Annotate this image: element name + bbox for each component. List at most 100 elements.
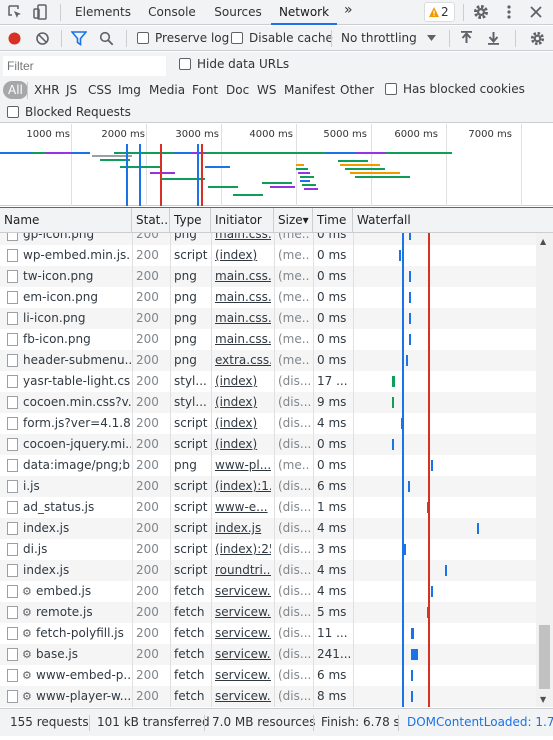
table-row[interactable]: index.js 200 script roundtri... (dis... 4 ms	[0, 560, 536, 581]
request-name-cell[interactable]: cocoen.min.css?v...	[0, 392, 131, 413]
throttling-select[interactable]: No throttling	[341, 31, 417, 45]
warnings-badge[interactable]: 2	[424, 2, 455, 22]
filter-funnel-icon[interactable]	[71, 31, 87, 46]
settings-gear-icon[interactable]	[472, 3, 490, 21]
column-header-status[interactable]: Stat...	[132, 208, 170, 232]
tab-sources[interactable]: Sources	[208, 0, 268, 25]
request-initiator[interactable]: (index)	[215, 392, 271, 413]
export-har-icon[interactable]	[486, 30, 501, 46]
tab-elements[interactable]: Elements	[71, 0, 135, 25]
table-row[interactable]: ⚙ embed.js 200 fetch servicew... (dis... 4 ms	[0, 581, 536, 602]
table-row[interactable]: yasr-table-light.cs... 200 styl... (index) (…	[0, 371, 536, 392]
request-name-cell[interactable]: ⚙ fetch-polyfill.js	[0, 623, 131, 644]
dropdown-arrow-icon[interactable]	[427, 35, 436, 42]
request-initiator[interactable]: main.css...	[215, 287, 271, 308]
column-header-name[interactable]: Name	[0, 208, 132, 232]
scroll-up-arrow-icon[interactable]: ▲	[540, 237, 546, 246]
table-row[interactable]: cocoen.min.css?v... 200 styl... (index) (dis…	[0, 392, 536, 413]
request-name-cell[interactable]: cocoen-jquery.mi...	[0, 434, 131, 455]
request-initiator[interactable]: (index)	[215, 434, 271, 455]
request-initiator[interactable]: servicew...	[215, 581, 271, 602]
kebab-menu-icon[interactable]	[500, 3, 518, 21]
hide-data-urls-checkbox[interactable]	[179, 58, 191, 70]
vertical-scrollbar[interactable]: ▲ ▼	[536, 233, 553, 707]
table-row[interactable]: ⚙ www-player-w... 200 fetch servicew... (dis.…	[0, 686, 536, 707]
request-name-cell[interactable]: index.js	[0, 518, 131, 539]
table-row[interactable]: cocoen-jquery.mi... 200 script (index) (dis.…	[0, 434, 536, 455]
tab-network[interactable]: Network	[271, 0, 337, 25]
has-blocked-cookies-checkbox[interactable]	[385, 83, 397, 95]
request-initiator[interactable]: index.js	[215, 518, 271, 539]
network-settings-gear-icon[interactable]	[529, 30, 546, 47]
request-initiator[interactable]: roundtri...	[215, 560, 271, 581]
disable-cache-checkbox[interactable]	[231, 32, 243, 44]
filter-type-other[interactable]: Other	[337, 81, 377, 99]
table-row[interactable]: tw-icon.png 200 png main.css... (me... 0 ms	[0, 266, 536, 287]
filter-type-doc[interactable]: Doc	[223, 81, 252, 99]
request-initiator[interactable]: main.css...	[215, 308, 271, 329]
request-name-cell[interactable]: form.js?ver=4.1.8	[0, 413, 131, 434]
request-name-cell[interactable]: header-submenu...	[0, 350, 131, 371]
request-initiator[interactable]: main.css...	[215, 233, 271, 245]
request-initiator[interactable]: servicew...	[215, 623, 271, 644]
request-name-cell[interactable]: fb-icon.png	[0, 329, 131, 350]
filter-type-xhr[interactable]: XHR	[31, 81, 63, 99]
request-name-cell[interactable]: yasr-table-light.cs...	[0, 371, 131, 392]
table-row[interactable]: fb-icon.png 200 png main.css... (me... 0 ms	[0, 329, 536, 350]
tab-console[interactable]: Console	[141, 0, 203, 25]
table-row[interactable]: i.js 200 script (index):1... (dis... 6 ms	[0, 476, 536, 497]
blocked-requests-checkbox[interactable]	[7, 106, 19, 118]
request-name-cell[interactable]: gp-icon.png	[0, 233, 131, 245]
request-name-cell[interactable]: data:image/png;b...	[0, 455, 131, 476]
filter-type-ws[interactable]: WS	[254, 81, 279, 99]
import-har-icon[interactable]	[459, 30, 474, 46]
filter-type-manifest[interactable]: Manifest	[281, 81, 338, 99]
request-initiator[interactable]: servicew...	[215, 665, 271, 686]
filter-type-font[interactable]: Font	[189, 81, 221, 99]
request-name-cell[interactable]: ⚙ remote.js	[0, 602, 131, 623]
close-devtools-icon[interactable]	[527, 3, 545, 21]
request-name-cell[interactable]: ad_status.js	[0, 497, 131, 518]
network-overview-timeline[interactable]: 1000 ms 2000 ms 3000 ms 4000 ms 5000 ms …	[0, 124, 553, 206]
request-name-cell[interactable]: index.js	[0, 560, 131, 581]
column-header-initiator[interactable]: Initiator	[211, 208, 274, 232]
inspect-element-icon[interactable]	[6, 3, 24, 21]
request-initiator[interactable]: (index)	[215, 245, 271, 266]
preserve-log-checkbox[interactable]	[137, 32, 149, 44]
request-name-cell[interactable]: ⚙ www-embed-p...	[0, 665, 131, 686]
request-initiator[interactable]: (index):1...	[215, 476, 271, 497]
table-row[interactable]: ad_status.js 200 script www-e... (dis... 1 ms	[0, 497, 536, 518]
request-name-cell[interactable]: ⚙ embed.js	[0, 581, 131, 602]
filter-type-media[interactable]: Media	[146, 81, 188, 99]
table-row[interactable]: em-icon.png 200 png main.css... (me... 0 ms	[0, 287, 536, 308]
table-row[interactable]: ⚙ www-embed-p... 200 fetch servicew... (dis..…	[0, 665, 536, 686]
request-initiator[interactable]: www-e...	[215, 497, 271, 518]
filter-type-js[interactable]: JS	[63, 81, 80, 99]
table-row[interactable]: gp-icon.png 200 png main.css... (me... 0 ms	[0, 233, 536, 245]
table-row[interactable]: wp-embed.min.js... 200 script (index) (me...…	[0, 245, 536, 266]
table-row[interactable]: ⚙ remote.js 200 fetch servicew... (dis... 5 ms	[0, 602, 536, 623]
more-tabs-button[interactable]: »	[344, 2, 353, 18]
request-initiator[interactable]: (index):25	[215, 539, 271, 560]
table-row[interactable]: li-icon.png 200 png main.css... (me... 0 ms	[0, 308, 536, 329]
request-name-cell[interactable]: wp-embed.min.js...	[0, 245, 131, 266]
table-row[interactable]: di.js 200 script (index):25 (dis... 3 ms	[0, 539, 536, 560]
column-header-type[interactable]: Type	[170, 208, 211, 232]
column-header-size[interactable]: Size▾	[274, 208, 313, 232]
request-name-cell[interactable]: ⚙ base.js	[0, 644, 131, 665]
scrollbar-thumb[interactable]	[539, 625, 550, 689]
request-initiator[interactable]: servicew...	[215, 602, 271, 623]
table-row[interactable]: ⚙ fetch-polyfill.js 200 fetch servicew... (di…	[0, 623, 536, 644]
request-initiator[interactable]: servicew...	[215, 644, 271, 665]
request-initiator[interactable]: (index)	[215, 413, 271, 434]
record-icon[interactable]	[7, 31, 22, 46]
table-row[interactable]: ⚙ base.js 200 fetch servicew... (dis... 241...	[0, 644, 536, 665]
request-name-cell[interactable]: ⚙ www-player-w...	[0, 686, 131, 707]
table-row[interactable]: index.js 200 script index.js (dis... 4 ms	[0, 518, 536, 539]
filter-input[interactable]	[3, 56, 166, 76]
filter-type-all[interactable]: All	[3, 81, 28, 99]
search-icon[interactable]	[99, 31, 114, 46]
request-name-cell[interactable]: tw-icon.png	[0, 266, 131, 287]
table-row[interactable]: header-submenu... 200 png extra.css... (me..…	[0, 350, 536, 371]
request-name-cell[interactable]: em-icon.png	[0, 287, 131, 308]
